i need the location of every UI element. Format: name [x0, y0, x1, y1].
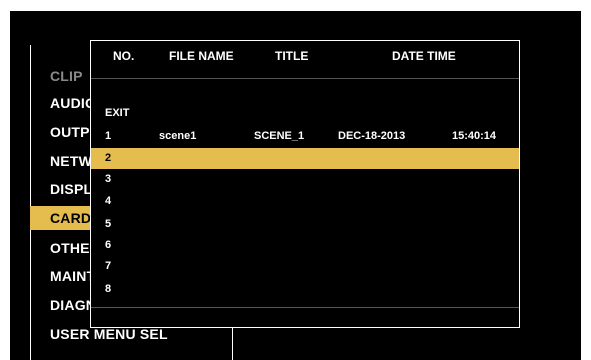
row-no: 8 — [105, 283, 112, 295]
row-no: 4 — [105, 195, 112, 207]
scene-file-dialog: NO. FILE NAME TITLE DATE TIME EXIT 1 sce… — [90, 40, 520, 328]
row-no: 6 — [105, 239, 112, 251]
row-title: SCENE_1 — [254, 130, 305, 142]
header-no: NO. — [113, 49, 135, 63]
table-row[interactable]: 3 — [91, 169, 519, 190]
table-row[interactable]: 8 — [91, 279, 519, 300]
table-row[interactable]: 1 scene1 SCENE_1 DEC-18-2013 15:40:14 — [91, 126, 519, 147]
row-date: DEC-18-2013 — [338, 130, 406, 142]
row-no: 7 — [105, 260, 112, 272]
exit-row[interactable]: EXIT — [91, 103, 519, 124]
footer-divider — [91, 307, 519, 308]
row-time: 15:40:14 — [452, 130, 497, 142]
exit-label: EXIT — [105, 107, 130, 119]
row-no: 5 — [105, 218, 112, 230]
table-row[interactable]: 5 — [91, 214, 519, 235]
row-no: 2 — [105, 152, 112, 164]
table-row[interactable]: 4 — [91, 191, 519, 212]
table-row-selected[interactable]: 2 — [91, 148, 519, 169]
table-row[interactable]: 6 — [91, 235, 519, 256]
row-file-name: scene1 — [159, 130, 197, 142]
camera-menu-screen: CLIP AUDIO OUTPUT NETWORK DISPLAY CARD O… — [10, 11, 581, 360]
menu-item-card[interactable]: CARD — [30, 206, 91, 230]
row-no: 3 — [105, 173, 112, 185]
menu-item-clip[interactable]: CLIP — [30, 64, 83, 88]
table-row[interactable]: 7 — [91, 256, 519, 277]
row-no: 1 — [105, 130, 112, 142]
header-divider — [91, 78, 519, 79]
header-title: TITLE — [275, 49, 309, 63]
header-date-time: DATE TIME — [392, 49, 456, 63]
menu-item-audio[interactable]: AUDIO — [30, 91, 96, 115]
header-file-name: FILE NAME — [169, 49, 234, 63]
